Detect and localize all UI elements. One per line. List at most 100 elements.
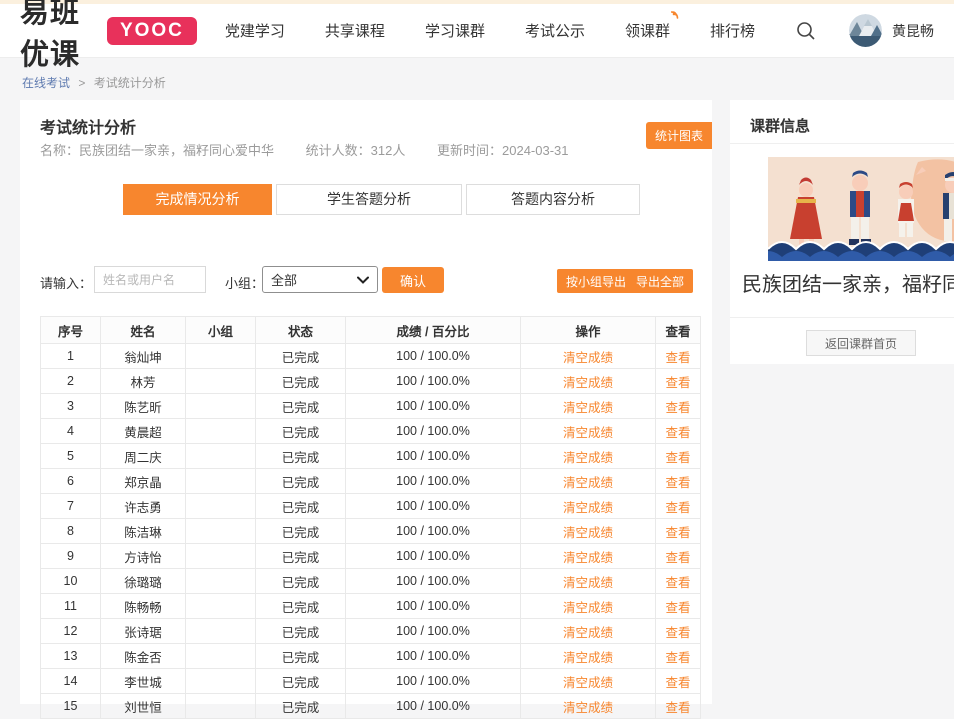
view-link[interactable]: 查看 [656,369,701,394]
name-search-input[interactable] [94,266,206,293]
status-cell: 已完成 [256,669,346,694]
score-cell: 100 / 100.0% [346,594,521,619]
row-index: 6 [41,469,101,494]
breadcrumb-separator: > [78,76,85,90]
exam-meta: 名称：民族团结一家亲，福籽同心爱中华 统计人数：312人 更新时间：2024-0… [40,140,569,159]
row-index: 12 [41,619,101,644]
export-by-group-button[interactable]: 按小组导出 [557,269,635,293]
student-name: 张诗琚 [101,619,186,644]
exam-stats-panel: 考试统计分析 名称：民族团结一家亲，福籽同心爱中华 统计人数：312人 更新时间… [20,100,712,704]
group-cell [186,444,256,469]
nav-item-get-course-group[interactable]: 领课群 [625,12,670,49]
group-cell [186,594,256,619]
nav-item-learning-groups[interactable]: 学习课群 [425,12,485,49]
score-cell: 100 / 100.0% [346,344,521,369]
divider [730,317,954,318]
group-cell [186,669,256,694]
course-group-name[interactable]: 民族团结一家亲，福籽同心爱中华 [742,268,954,297]
view-link[interactable]: 查看 [656,444,701,469]
view-link[interactable]: 查看 [656,419,701,444]
group-cell [186,569,256,594]
clear-score-link[interactable]: 清空成绩 [521,594,656,619]
score-cell: 100 / 100.0% [346,619,521,644]
tab-student-answer-analysis[interactable]: 学生答题分析 [276,184,462,215]
view-link[interactable]: 查看 [656,594,701,619]
group-cell [186,544,256,569]
view-link[interactable]: 查看 [656,694,701,719]
view-link[interactable]: 查看 [656,394,701,419]
stats-chart-button[interactable]: 统计图表 [646,122,712,149]
status-cell: 已完成 [256,394,346,419]
clear-score-link[interactable]: 清空成绩 [521,669,656,694]
clear-score-link[interactable]: 清空成绩 [521,419,656,444]
view-link[interactable]: 查看 [656,569,701,594]
status-cell: 已完成 [256,444,346,469]
clear-score-link[interactable]: 清空成绩 [521,694,656,719]
back-to-course-home-button[interactable]: 返回课群首页 [806,330,916,356]
score-cell: 100 / 100.0% [346,444,521,469]
student-name: 方诗怡 [101,544,186,569]
table-header-row: 序号 姓名 小组 状态 成绩 / 百分比 操作 查看 [41,317,701,344]
group-cell [186,694,256,719]
search-icon[interactable] [795,20,817,42]
status-cell: 已完成 [256,619,346,644]
nav-item-exam-announcements[interactable]: 考试公示 [525,12,585,49]
clear-score-link[interactable]: 清空成绩 [521,494,656,519]
tab-answer-content-analysis[interactable]: 答题内容分析 [466,184,640,215]
course-group-info-panel: 课群信息 [730,100,954,364]
score-cell: 100 / 100.0% [346,469,521,494]
row-index: 14 [41,669,101,694]
view-link[interactable]: 查看 [656,619,701,644]
col-header-status: 状态 [256,317,346,344]
group-select[interactable]: 全部 [262,266,378,293]
username[interactable]: 黄昆畅 [892,21,934,41]
table-row: 1翁灿坤已完成100 / 100.0%清空成绩查看 [41,344,701,369]
table-row: 11陈畅畅已完成100 / 100.0%清空成绩查看 [41,594,701,619]
table-row: 9方诗怡已完成100 / 100.0%清空成绩查看 [41,544,701,569]
view-link[interactable]: 查看 [656,544,701,569]
confirm-button[interactable]: 确认 [382,267,444,293]
page-title: 考试统计分析 [40,114,136,138]
site-logo[interactable]: 易班优课 YOOC [20,0,197,73]
course-cover-image[interactable] [768,157,954,261]
view-link[interactable]: 查看 [656,469,701,494]
status-cell: 已完成 [256,569,346,594]
clear-score-link[interactable]: 清空成绩 [521,369,656,394]
row-index: 4 [41,419,101,444]
nav-item-shared-courses[interactable]: 共享课程 [325,12,385,49]
score-cell: 100 / 100.0% [346,569,521,594]
nav-item-party-learning[interactable]: 党建学习 [225,12,285,49]
clear-score-link[interactable]: 清空成绩 [521,444,656,469]
row-index: 8 [41,519,101,544]
nav-item-rankings[interactable]: 排行榜 [710,12,755,49]
breadcrumb-online-exam[interactable]: 在线考试 [22,76,70,90]
student-name: 许志勇 [101,494,186,519]
clear-score-link[interactable]: 清空成绩 [521,544,656,569]
view-link[interactable]: 查看 [656,669,701,694]
clear-score-link[interactable]: 清空成绩 [521,519,656,544]
table-row: 13陈金否已完成100 / 100.0%清空成绩查看 [41,644,701,669]
export-all-button[interactable]: 导出全部 [627,269,693,293]
view-link[interactable]: 查看 [656,644,701,669]
student-name: 黄晨超 [101,419,186,444]
row-index: 13 [41,644,101,669]
clear-score-link[interactable]: 清空成绩 [521,644,656,669]
view-link[interactable]: 查看 [656,344,701,369]
user-avatar[interactable] [849,14,882,47]
clear-score-link[interactable]: 清空成绩 [521,394,656,419]
clear-score-link[interactable]: 清空成绩 [521,619,656,644]
student-name: 陈洁琳 [101,519,186,544]
row-index: 10 [41,569,101,594]
clear-score-link[interactable]: 清空成绩 [521,344,656,369]
table-row: 6郑京晶已完成100 / 100.0%清空成绩查看 [41,469,701,494]
status-cell: 已完成 [256,694,346,719]
col-header-name: 姓名 [101,317,186,344]
clear-score-link[interactable]: 清空成绩 [521,569,656,594]
clear-score-link[interactable]: 清空成绩 [521,469,656,494]
student-name: 郑京晶 [101,469,186,494]
view-link[interactable]: 查看 [656,494,701,519]
score-cell: 100 / 100.0% [346,519,521,544]
header-right: 黄昆畅 [795,14,934,47]
tab-completion-analysis[interactable]: 完成情况分析 [123,184,272,215]
view-link[interactable]: 查看 [656,519,701,544]
